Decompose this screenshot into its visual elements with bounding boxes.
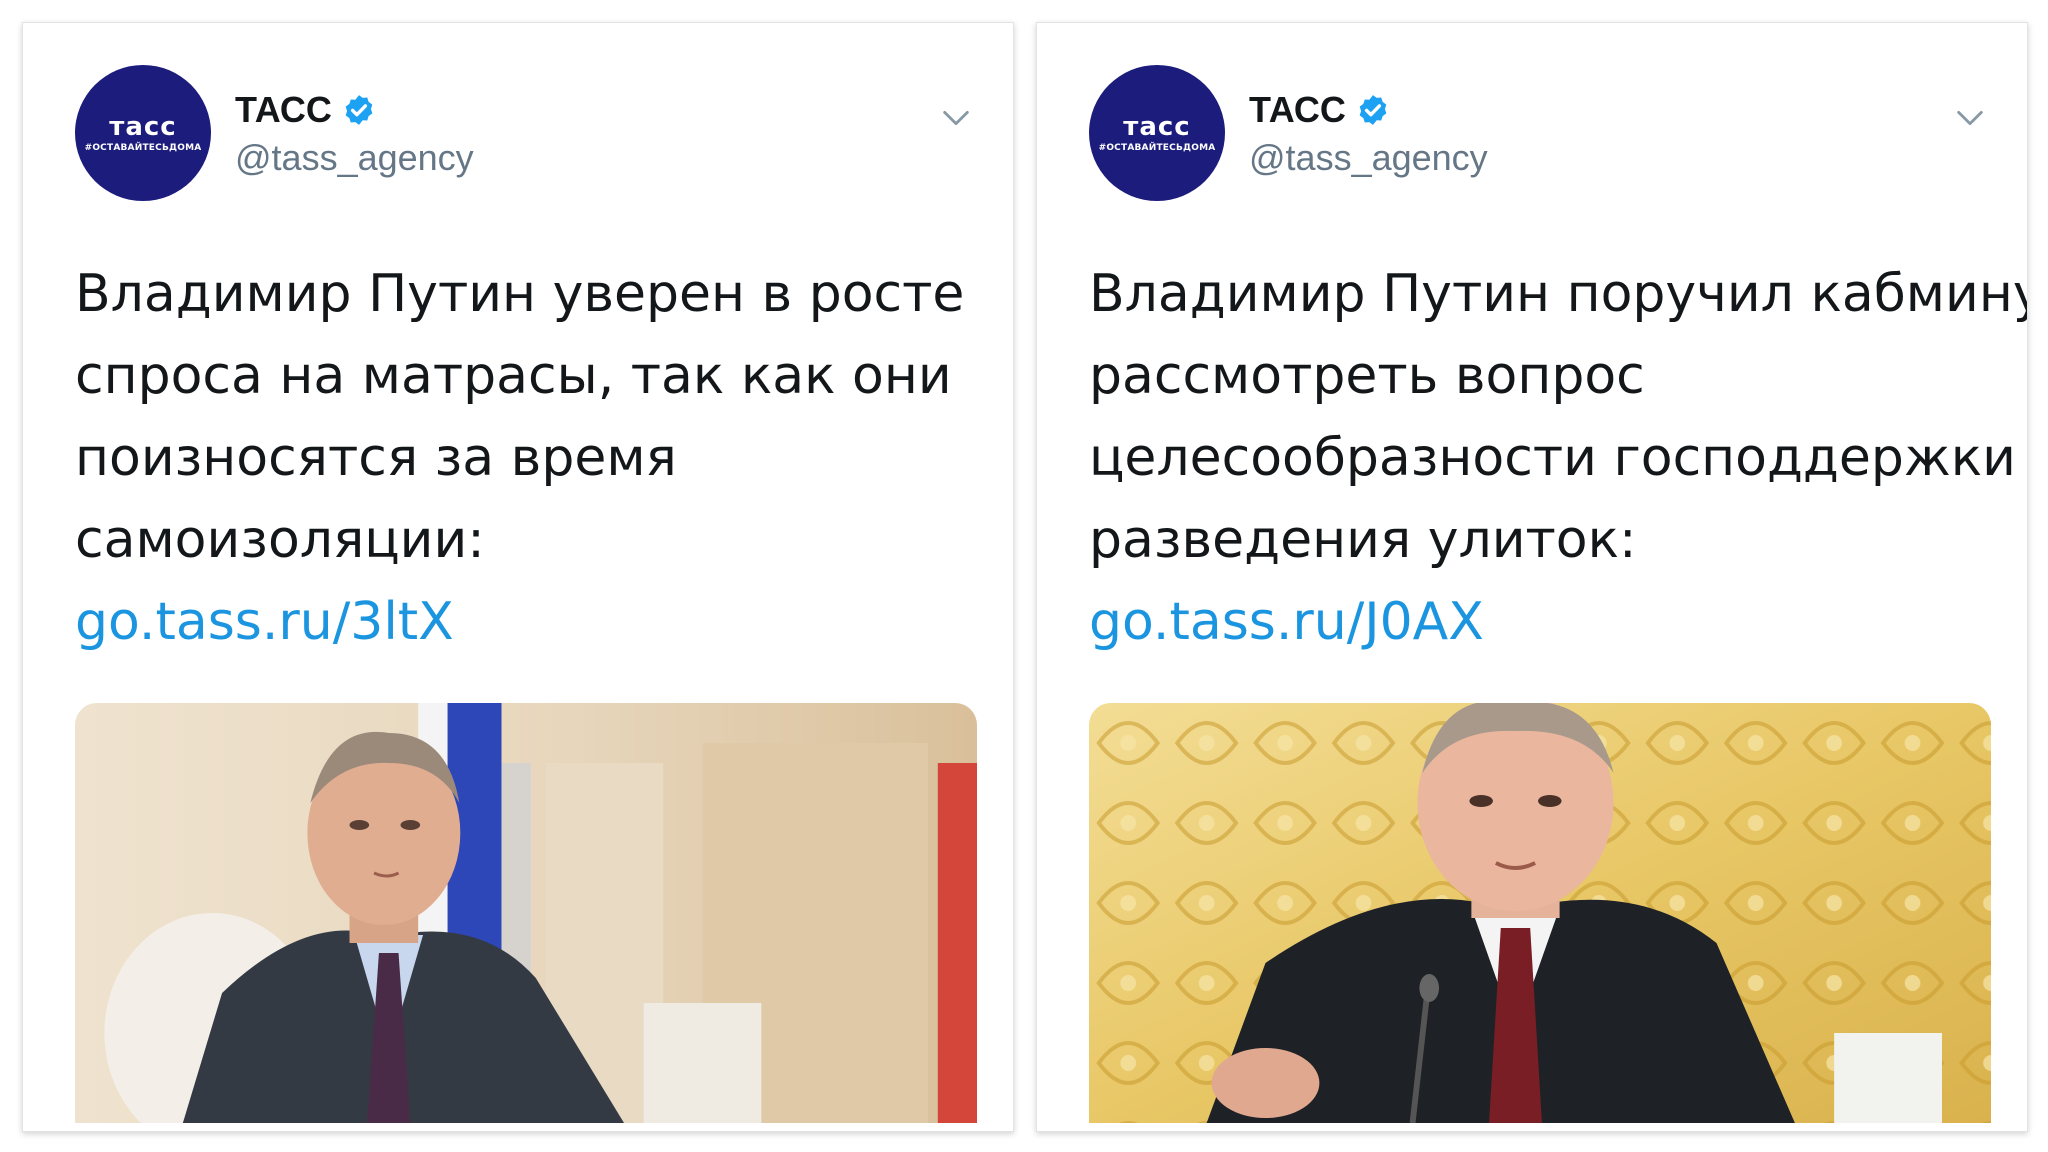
author-name-row[interactable]: ТАСС	[1249, 89, 1390, 131]
tweet-text-line: поизносятся за время	[75, 428, 677, 488]
chevron-down-icon[interactable]	[939, 101, 973, 135]
avatar-tag: #ОСТАВАЙТЕСЬДОМА	[84, 143, 202, 153]
tweet-text: Владимир Путин уверен в росте спроса на …	[75, 253, 973, 663]
tweet-text-line: Владимир Путин поручил кабмину	[1089, 264, 2028, 324]
tweet-text-line: Владимир Путин уверен в росте	[75, 264, 965, 324]
tweet-text-line: самоизоляции:	[75, 510, 485, 570]
tweet-header: тасс #ОСТАВАЙТЕСЬДОМА ТАСС @tass_agency	[1089, 45, 1987, 201]
tweet-text-line: рассмотреть вопрос	[1089, 346, 1645, 406]
avatar-logo: тасс	[1123, 112, 1191, 142]
author-handle[interactable]: @tass_agency	[235, 137, 474, 179]
avatar-tag: #ОСТАВАЙТЕСЬДОМА	[1098, 143, 1216, 153]
photo-illustration	[75, 703, 977, 1123]
chevron-down-icon[interactable]	[1953, 101, 1987, 135]
tweet-link[interactable]: go.tass.ru/3ltX	[75, 581, 973, 663]
verified-badge-icon	[1359, 95, 1387, 125]
avatar[interactable]: тасс #ОСТАВАЙТЕСЬДОМА	[75, 65, 211, 201]
avatar[interactable]: тасс #ОСТАВАЙТЕСЬДОМА	[1089, 65, 1225, 201]
tweet-text: Владимир Путин поручил кабмину рассмотре…	[1089, 253, 2028, 663]
tweet-photo[interactable]	[75, 703, 977, 1123]
tweet-card-1[interactable]: тасс #ОСТАВАЙТЕСЬДОМА ТАСС @tass_agency …	[22, 22, 1014, 1132]
tweet-text-line: разведения улиток:	[1089, 510, 1637, 570]
tweet-photo[interactable]	[1089, 703, 1991, 1123]
tweet-header: тасс #ОСТАВАЙТЕСЬДОМА ТАСС @tass_agency	[75, 45, 973, 201]
verified-badge-icon	[345, 95, 373, 125]
tweet-card-2[interactable]: тасс #ОСТАВАЙТЕСЬДОМА ТАСС @tass_agency …	[1036, 22, 2028, 1132]
author-handle[interactable]: @tass_agency	[1249, 137, 1488, 179]
photo-illustration	[1089, 703, 1991, 1123]
author-name-row[interactable]: ТАСС	[235, 89, 376, 131]
avatar-logo: тасс	[109, 112, 177, 142]
author-name[interactable]: ТАСС	[235, 89, 332, 131]
tweet-link[interactable]: go.tass.ru/J0AX	[1089, 581, 1987, 663]
tweet-text-line: целесообразности господдержки	[1089, 428, 2016, 488]
tweet-text-line: спроса на матрасы, так как они	[75, 346, 952, 406]
author-name[interactable]: ТАСС	[1249, 89, 1346, 131]
screenshot-stage: тасс #ОСТАВАЙТЕСЬДОМА ТАСС @tass_agency …	[0, 0, 2048, 1152]
